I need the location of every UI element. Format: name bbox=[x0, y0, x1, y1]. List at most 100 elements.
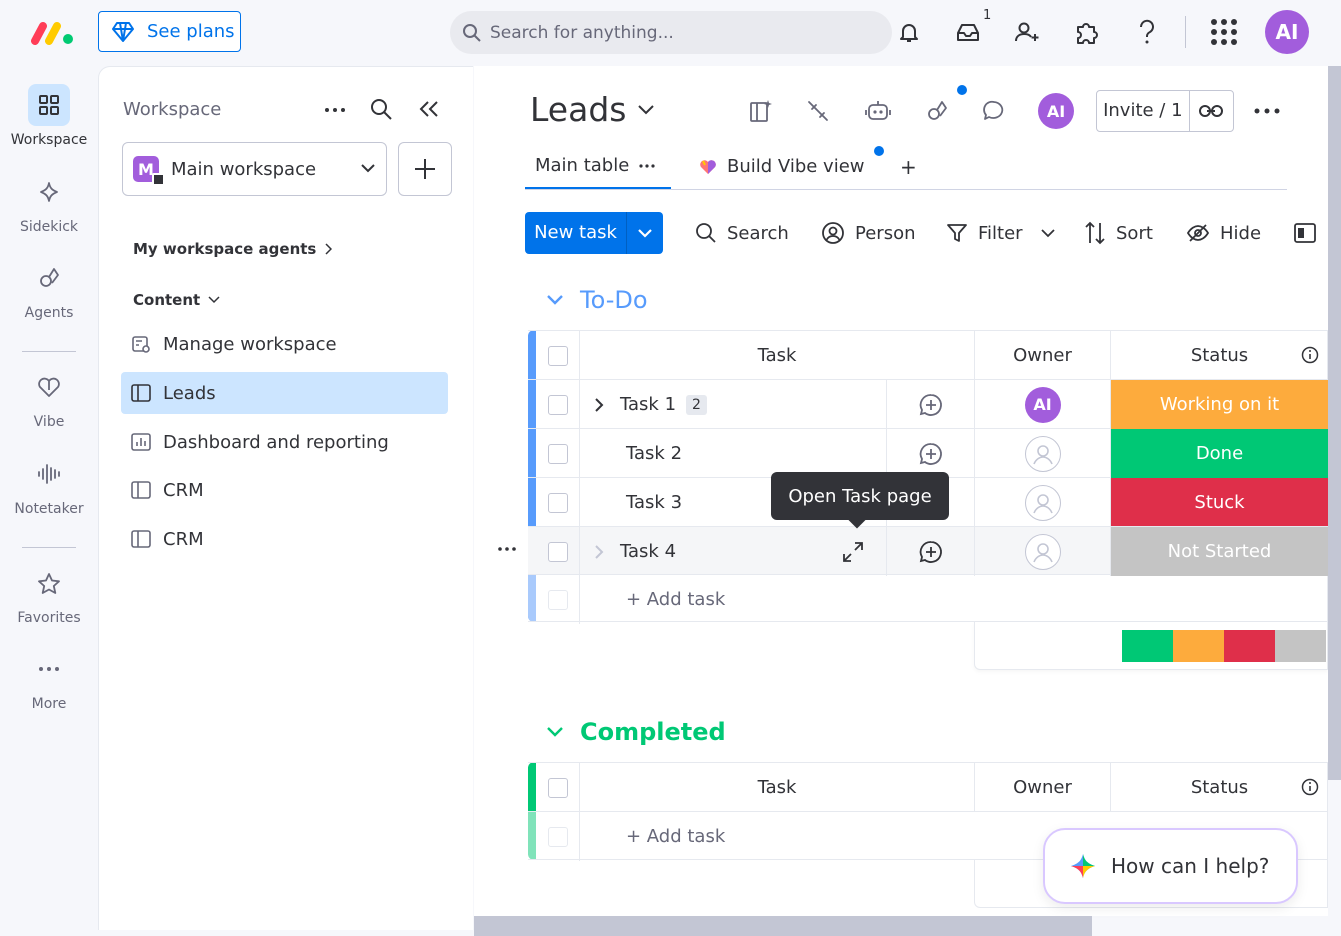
owner-cell[interactable] bbox=[975, 527, 1111, 576]
status-badge[interactable]: Working on it bbox=[1111, 380, 1328, 429]
rail-item-favorites[interactable]: Favorites bbox=[0, 562, 98, 626]
global-search[interactable] bbox=[450, 11, 892, 54]
ai-help-bubble[interactable]: How can I help? bbox=[1043, 828, 1298, 904]
copy-link-icon[interactable] bbox=[1190, 104, 1233, 118]
status-badge[interactable]: Not Started bbox=[1111, 527, 1328, 576]
column-header-task[interactable]: Task bbox=[580, 763, 975, 812]
row-options-icon[interactable] bbox=[498, 547, 516, 551]
apps-marketplace-icon[interactable] bbox=[1071, 16, 1103, 48]
checkbox[interactable] bbox=[547, 345, 568, 366]
new-task-button[interactable]: New task bbox=[525, 212, 663, 254]
tab-build-vibe-view[interactable]: Build Vibe view bbox=[699, 144, 865, 189]
workspace-options-icon[interactable] bbox=[321, 99, 349, 121]
invite-button[interactable]: Invite / 1 bbox=[1096, 90, 1234, 132]
board-user-avatar[interactable]: AI bbox=[1038, 93, 1074, 129]
board-title[interactable]: Leads bbox=[530, 90, 655, 129]
status-summary-segment[interactable] bbox=[1275, 630, 1326, 662]
owner-cell[interactable] bbox=[975, 429, 1111, 478]
agents-icon[interactable] bbox=[922, 96, 952, 126]
collapse-panel-icon[interactable] bbox=[417, 99, 441, 119]
add-update-cell[interactable] bbox=[887, 527, 975, 576]
horizontal-scrollbar[interactable] bbox=[474, 916, 1092, 936]
select-all-checkbox-cell[interactable] bbox=[536, 331, 580, 380]
column-header-status[interactable]: Status bbox=[1111, 763, 1328, 812]
tab-options-icon[interactable] bbox=[639, 163, 655, 168]
workspace-agents-section[interactable]: My workspace agents bbox=[133, 240, 333, 258]
task-name-cell[interactable]: Task 1 2 bbox=[580, 380, 887, 429]
global-search-input[interactable] bbox=[490, 22, 870, 43]
row-checkbox-cell[interactable] bbox=[536, 380, 580, 429]
select-all-checkbox-cell[interactable] bbox=[536, 763, 580, 812]
group-header-todo[interactable]: To-Do bbox=[546, 286, 648, 314]
open-task-page-expand-icon[interactable] bbox=[842, 541, 864, 563]
add-update-cell[interactable] bbox=[887, 429, 975, 478]
search-button[interactable]: Search bbox=[695, 212, 789, 254]
automations-robot-icon[interactable] bbox=[863, 96, 893, 126]
checkbox[interactable] bbox=[547, 394, 568, 415]
checkbox[interactable] bbox=[547, 541, 568, 562]
workspace-selector[interactable]: M Main workspace bbox=[122, 142, 387, 196]
rail-item-agents[interactable]: Agents bbox=[0, 257, 98, 321]
row-checkbox-cell[interactable] bbox=[536, 429, 580, 478]
row-checkbox-cell[interactable] bbox=[536, 478, 580, 527]
row-checkbox-cell[interactable] bbox=[536, 527, 580, 576]
status-summary-bar[interactable] bbox=[1122, 630, 1326, 662]
notifications-bell-icon[interactable] bbox=[893, 16, 925, 48]
rail-item-notetaker[interactable]: Notetaker bbox=[0, 453, 98, 517]
table-row[interactable]: Task 4 Not Started bbox=[528, 526, 1328, 576]
tab-main-table[interactable]: Main table bbox=[525, 144, 671, 189]
sidebar-item-manage-workspace[interactable]: Manage workspace bbox=[121, 323, 448, 365]
checkbox[interactable] bbox=[547, 777, 568, 798]
info-icon[interactable] bbox=[1301, 778, 1319, 796]
inbox-icon[interactable] bbox=[952, 16, 984, 48]
help-question-icon[interactable] bbox=[1131, 16, 1163, 48]
owner-cell[interactable] bbox=[975, 478, 1111, 527]
filter-button[interactable]: Filter bbox=[946, 212, 1055, 254]
group-header-completed[interactable]: Completed bbox=[546, 718, 726, 746]
sidebar-item-leads[interactable]: Leads bbox=[121, 372, 448, 414]
board-more-options-icon[interactable] bbox=[1254, 108, 1280, 114]
group-by-icon[interactable] bbox=[1294, 212, 1316, 254]
add-view-button[interactable]: + bbox=[900, 144, 917, 189]
checkbox[interactable] bbox=[547, 492, 568, 513]
column-header-owner[interactable]: Owner bbox=[975, 763, 1111, 812]
add-item-button[interactable] bbox=[398, 142, 452, 196]
sort-button[interactable]: Sort bbox=[1084, 212, 1153, 254]
invite-members-icon[interactable] bbox=[1011, 16, 1043, 48]
task-name-cell[interactable]: Task 2 bbox=[580, 429, 887, 478]
add-task-row[interactable]: + Add task bbox=[528, 575, 1328, 624]
expand-subitems-icon[interactable] bbox=[594, 544, 604, 560]
rail-item-vibe[interactable]: Vibe bbox=[0, 366, 98, 430]
person-filter-button[interactable]: Person bbox=[821, 212, 916, 254]
updates-chat-icon[interactable] bbox=[979, 96, 1009, 126]
chevron-down-icon[interactable] bbox=[546, 726, 564, 738]
hide-columns-button[interactable]: Hide bbox=[1186, 212, 1261, 254]
status-badge[interactable]: Done bbox=[1111, 429, 1328, 478]
rail-item-sidekick[interactable]: Sidekick bbox=[0, 171, 98, 235]
sidebar-item-dashboard[interactable]: Dashboard and reporting bbox=[121, 421, 448, 463]
status-summary-segment[interactable] bbox=[1122, 630, 1173, 662]
content-section[interactable]: Content bbox=[133, 291, 220, 309]
workspace-search-icon[interactable] bbox=[369, 97, 393, 121]
monday-logo[interactable] bbox=[30, 20, 74, 46]
column-header-owner[interactable]: Owner bbox=[975, 331, 1111, 380]
owner-cell[interactable]: AI bbox=[975, 380, 1111, 429]
rail-item-workspace[interactable]: Workspace bbox=[0, 84, 98, 148]
task-name-cell[interactable]: Task 4 bbox=[580, 527, 887, 576]
column-header-task[interactable]: Task bbox=[580, 331, 975, 380]
sidebar-item-crm[interactable]: CRM bbox=[121, 469, 448, 511]
status-badge[interactable]: Stuck bbox=[1111, 478, 1328, 527]
status-summary-segment[interactable] bbox=[1224, 630, 1275, 662]
app-switcher-grid-icon[interactable] bbox=[1208, 16, 1240, 48]
see-plans-button[interactable]: See plans bbox=[98, 11, 241, 52]
chevron-down-icon[interactable] bbox=[1040, 228, 1055, 238]
sidekick-board-icon[interactable] bbox=[746, 96, 776, 126]
status-summary-segment[interactable] bbox=[1173, 630, 1224, 662]
expand-subitems-icon[interactable] bbox=[594, 397, 604, 413]
table-row[interactable]: Task 1 2 AI Working on it bbox=[528, 380, 1328, 429]
checkbox[interactable] bbox=[547, 443, 568, 464]
sidebar-item-crm-2[interactable]: CRM bbox=[121, 518, 448, 560]
rail-item-more[interactable]: More bbox=[0, 648, 98, 712]
info-icon[interactable] bbox=[1301, 346, 1319, 364]
chevron-down-icon[interactable] bbox=[546, 294, 564, 306]
